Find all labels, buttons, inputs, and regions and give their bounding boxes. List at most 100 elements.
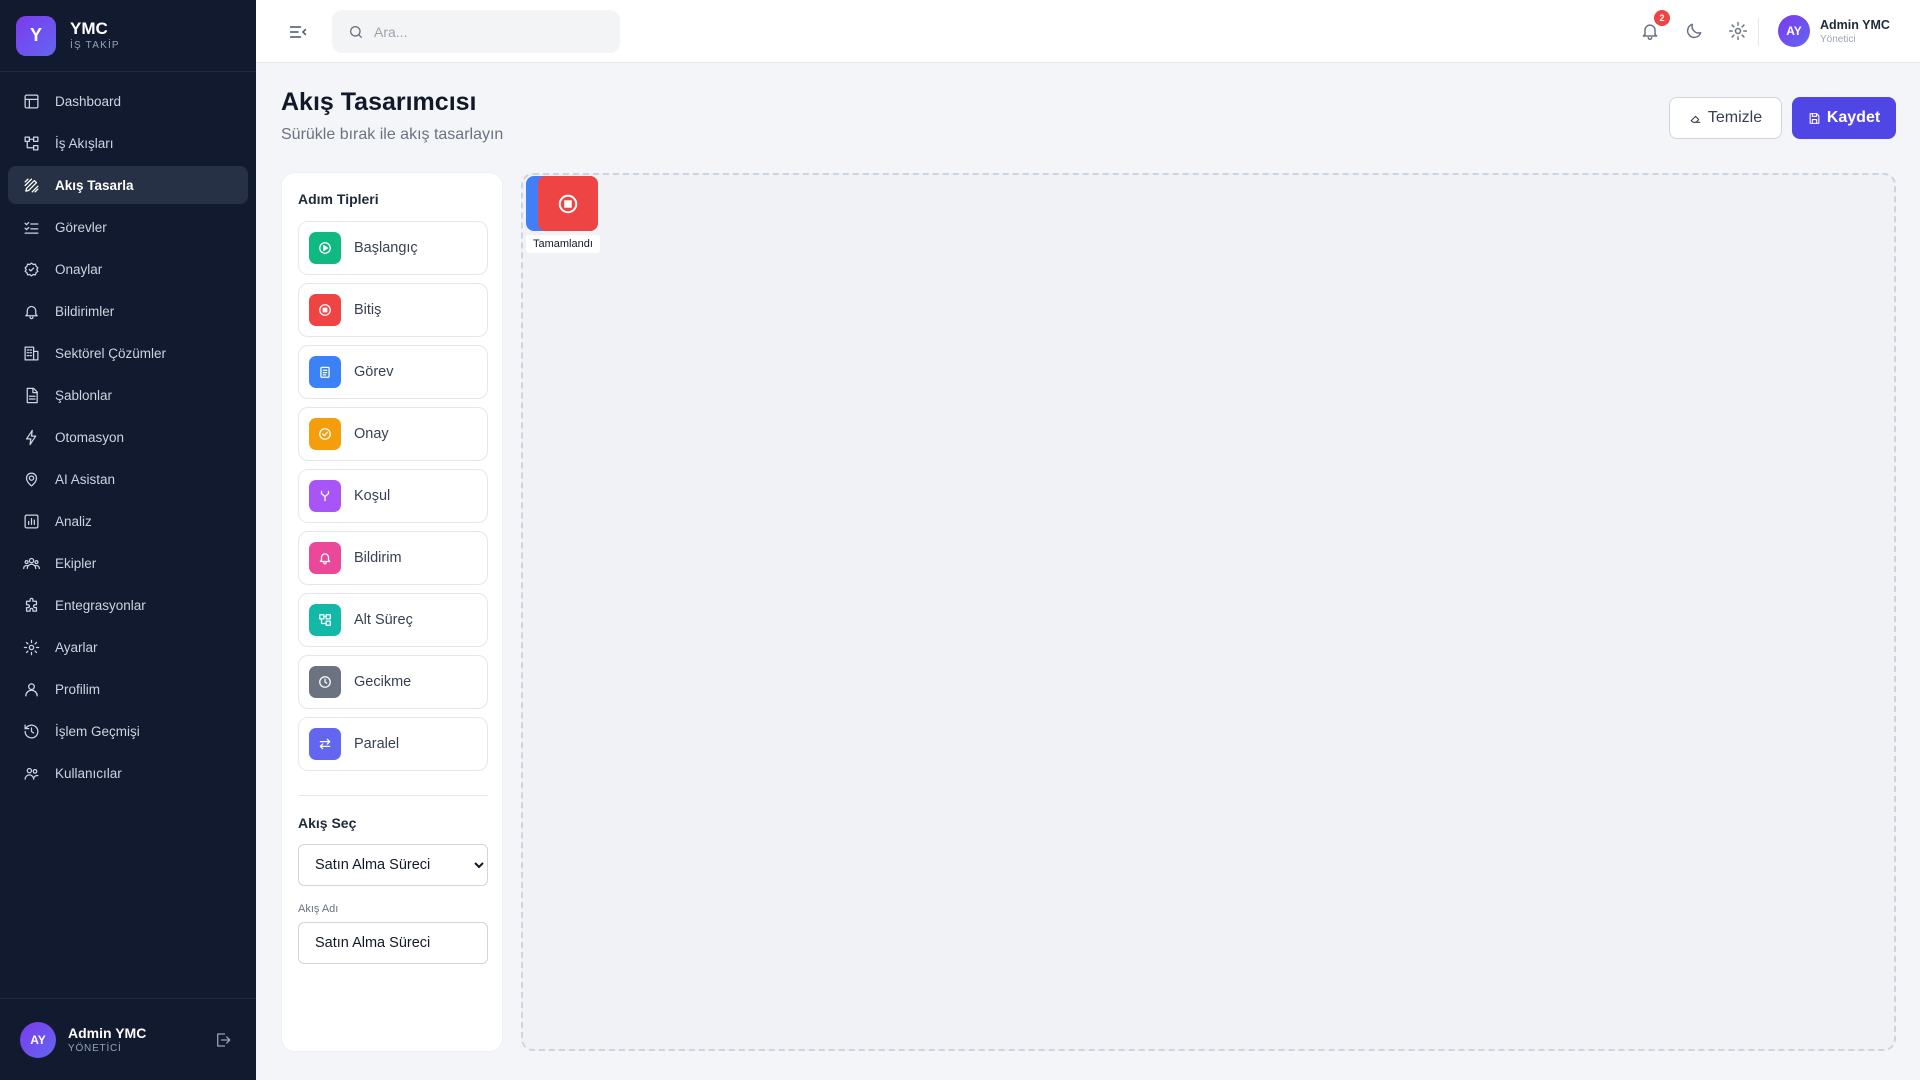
flow-select[interactable]: Satın Alma Süreci (298, 844, 488, 886)
sidebar-item-label: Onaylar (55, 261, 103, 277)
bell-icon (22, 302, 40, 320)
step-type-label: Koşul (354, 488, 391, 504)
save-icon (1809, 112, 1820, 124)
notification-badge: 2 (1654, 10, 1670, 26)
dashboard-icon (22, 92, 40, 110)
building-icon (22, 344, 40, 362)
sidebar-item-ai-assistant[interactable]: AI Asistan (8, 460, 248, 498)
page-title: Akış Tasarımcısı (281, 88, 477, 116)
step-type-subprocess[interactable]: Alt Süreç (298, 593, 488, 647)
topbar-user-menu[interactable]: AY Admin YMC Yönetici (1778, 15, 1890, 47)
sidebar-item-users[interactable]: Kullanıcılar (8, 754, 248, 792)
step-palette: Adım Tipleri Başlangıç Bitiş Görev Onay … (281, 172, 503, 1052)
step-type-start[interactable]: Başlangıç (298, 221, 488, 275)
step-type-end[interactable]: Bitiş (298, 283, 488, 337)
sidebar-item-label: Sektörel Çözümler (55, 345, 167, 361)
search-input[interactable] (374, 23, 604, 40)
avatar[interactable]: AY (20, 1021, 56, 1058)
node-body (538, 176, 598, 231)
document-icon (22, 386, 40, 404)
sidebar-item-label: Entegrasyonlar (55, 597, 146, 613)
topbar-divider (1758, 18, 1759, 46)
sidebar-item-automation[interactable]: Otomasyon (8, 418, 248, 456)
step-type-condition[interactable]: Koşul (298, 469, 488, 523)
sidebar-item-label: Analiz (55, 513, 92, 529)
puzzle-icon (22, 596, 40, 614)
sidebar-item-label: Akış Tasarla (55, 177, 134, 193)
step-type-label: Görev (354, 364, 394, 380)
gear-icon (22, 638, 40, 656)
sidebar-item-dashboard[interactable]: Dashboard (8, 82, 248, 120)
sidebar-item-label: Görevler (55, 219, 107, 235)
step-type-approval[interactable]: Onay (298, 407, 488, 461)
sidebar-user-role: YÖNETİCİ (68, 1043, 122, 1054)
step-type-label: Paralel (354, 736, 400, 752)
moon-icon (1686, 23, 1702, 39)
sidebar-item-label: Profilim (55, 681, 101, 697)
bolt-icon (22, 428, 40, 446)
step-type-label: Onay (354, 426, 389, 442)
step-type-label: Gecikme (354, 674, 412, 690)
brand-logo[interactable]: Y (16, 15, 56, 56)
menu-toggle-icon[interactable] (288, 22, 308, 42)
step-type-label: Bitiş (354, 302, 382, 318)
theme-toggle-button[interactable] (1684, 21, 1706, 43)
sidebar-item-label: İşlem Geçmişi (55, 723, 140, 739)
flow-canvas[interactable]: Tamamlandı (521, 173, 1896, 1051)
sidebar-item-flow-design[interactable]: Akış Tasarla (8, 166, 248, 204)
sidebar-nav: Dashboard İş Akışları Akış Tasarla Görev… (0, 72, 256, 792)
step-type-parallel[interactable]: Paralel (298, 717, 488, 771)
sidebar-item-approvals[interactable]: Onaylar (8, 250, 248, 288)
sidebar-item-label: Ayarlar (55, 639, 98, 655)
team-icon (22, 554, 40, 572)
stop-circle-icon (558, 194, 578, 213)
step-type-delay[interactable]: Gecikme (298, 655, 488, 709)
sidebar-item-profile[interactable]: Profilim (8, 670, 248, 708)
clipboard-icon (309, 356, 341, 388)
sidebar-item-analytics[interactable]: Analiz (8, 502, 248, 540)
sidebar-item-settings[interactable]: Ayarlar (8, 628, 248, 666)
design-icon (22, 176, 40, 194)
step-type-label: Başlangıç (354, 240, 418, 256)
avatar: AY (1778, 15, 1810, 47)
topbar-user-role: Yönetici (1820, 33, 1856, 45)
sidebar-item-label: Dashboard (55, 93, 122, 109)
sidebar-item-history[interactable]: İşlem Geçmişi (8, 712, 248, 750)
settings-button[interactable] (1728, 21, 1750, 43)
save-button[interactable]: Kaydet (1792, 97, 1896, 139)
step-type-notification[interactable]: Bildirim (298, 531, 488, 585)
sidebar-item-sector-solutions[interactable]: Sektörel Çözümler (8, 334, 248, 372)
eraser-icon (1690, 115, 1701, 123)
clear-button[interactable]: Temizle (1669, 97, 1782, 139)
sidebar-item-label: Otomasyon (55, 429, 125, 445)
tasks-icon (22, 218, 40, 236)
search-bar (332, 10, 620, 53)
check-circle-icon (309, 418, 341, 450)
sidebar-user-name: Admin YMC (68, 1025, 147, 1041)
sidebar-item-notifications[interactable]: Bildirimler (8, 292, 248, 330)
search-icon (350, 25, 362, 38)
step-type-task[interactable]: Görev (298, 345, 488, 399)
sidebar-item-label: AI Asistan (55, 471, 116, 487)
sidebar-item-workflows[interactable]: İş Akışları (8, 124, 248, 162)
history-icon (22, 722, 40, 740)
flow-name-input[interactable] (298, 922, 488, 964)
brand-name: YMC (70, 18, 108, 38)
flow-node-end[interactable]: Tamamlandı (526, 176, 602, 254)
sidebar-item-label: Bildirimler (55, 303, 115, 319)
sidebar-item-label: İş Akışları (55, 135, 114, 151)
sidebar-item-templates[interactable]: Şablonlar (8, 376, 248, 414)
workflow-icon (22, 134, 40, 152)
sidebar-item-teams[interactable]: Ekipler (8, 544, 248, 582)
logout-icon[interactable] (214, 1031, 232, 1049)
notifications-button[interactable]: 2 (1640, 10, 1670, 43)
topbar-user-name: Admin YMC (1820, 17, 1890, 32)
play-circle-icon (309, 232, 341, 264)
step-type-label: Bildirim (354, 550, 402, 566)
sidebar-item-integrations[interactable]: Entegrasyonlar (8, 586, 248, 624)
sidebar: Y YMC İŞ TAKİP Dashboard İş Akışları Akı… (0, 0, 256, 1080)
flow-name-label: Akış Adı (298, 903, 339, 915)
sidebar-item-tasks[interactable]: Görevler (8, 208, 248, 246)
stop-circle-icon (309, 294, 341, 326)
brand: Y YMC İŞ TAKİP (0, 0, 256, 72)
